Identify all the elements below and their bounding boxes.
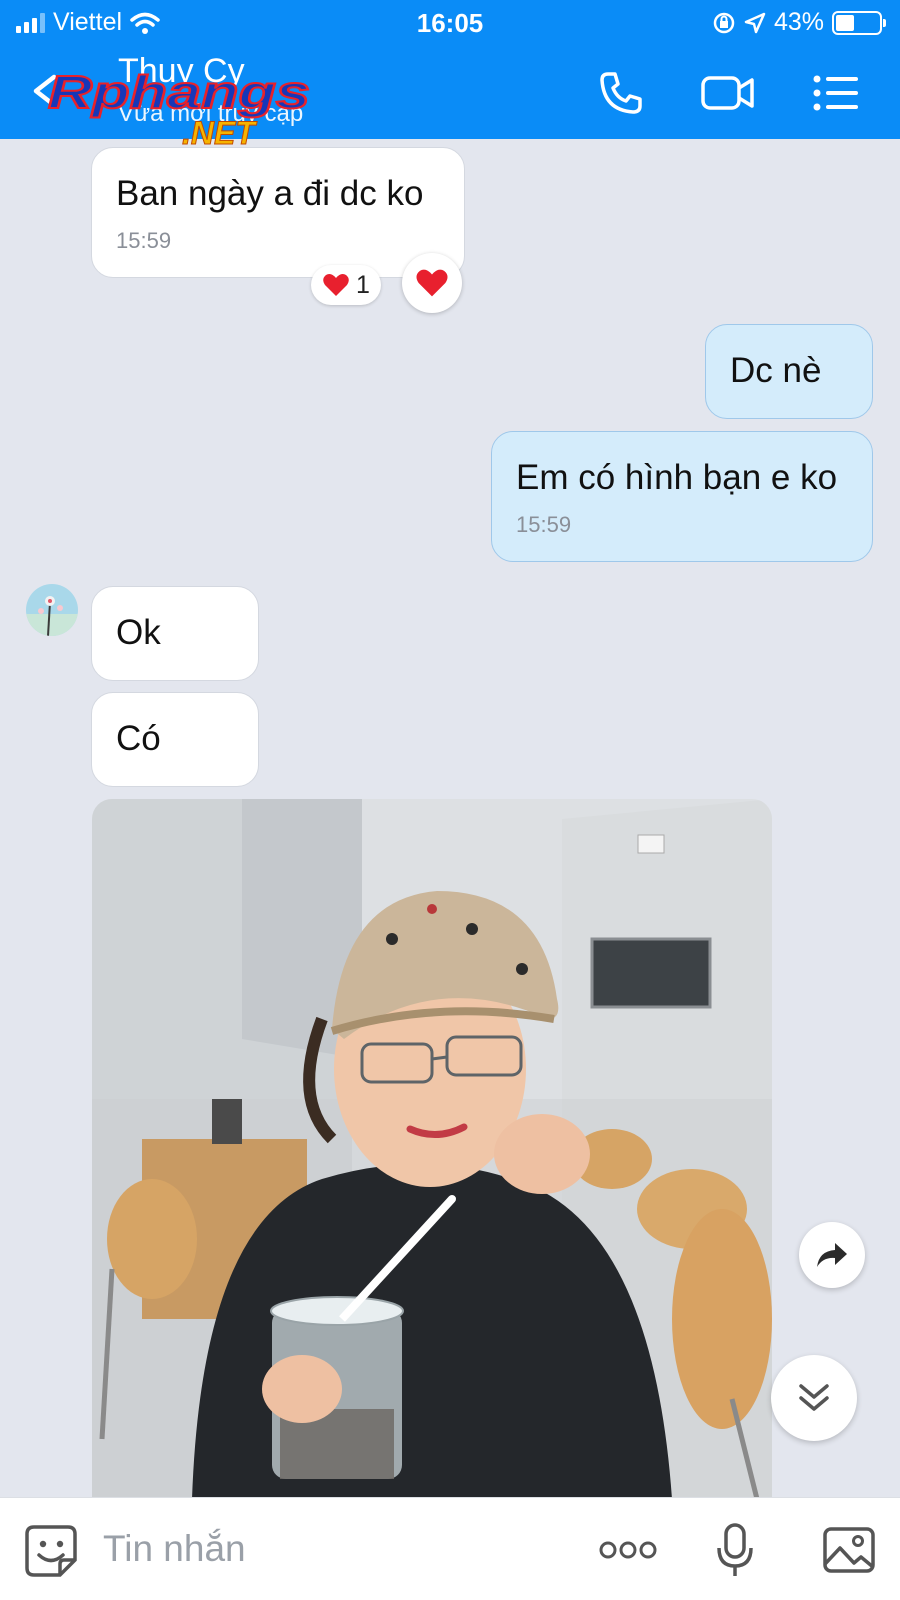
battery-percent: 43% xyxy=(773,8,824,36)
battery-icon xyxy=(832,10,886,35)
react-button[interactable] xyxy=(402,253,462,313)
message-text: Em có hình bạn e ko xyxy=(516,458,838,497)
message-text: Có xyxy=(116,719,161,758)
reaction-summary[interactable]: 1 xyxy=(311,265,381,305)
message-input[interactable]: Tin nhắn xyxy=(103,1528,246,1570)
video-call-icon[interactable] xyxy=(700,70,756,116)
scroll-to-bottom-button[interactable] xyxy=(771,1355,857,1441)
photo-message[interactable] xyxy=(92,799,772,1499)
message-text: Ok xyxy=(116,613,161,652)
menu-icon[interactable] xyxy=(812,70,860,116)
message-bubble-incoming[interactable]: Ban ngày a đi dc ko 15:59 xyxy=(91,147,465,278)
microphone-icon[interactable] xyxy=(716,1522,754,1580)
message-input-bar: Tin nhắn xyxy=(0,1497,900,1600)
chat-header: Thuy Cy Vừa mới truy cập Rphangs .NET xyxy=(0,44,900,146)
more-icon[interactable] xyxy=(598,1538,658,1562)
share-icon xyxy=(817,1243,847,1267)
back-icon[interactable] xyxy=(30,74,60,108)
phone-icon[interactable] xyxy=(598,70,644,116)
message-time: 15:59 xyxy=(116,228,172,253)
message-text: Ban ngày a đi dc ko xyxy=(116,174,424,213)
message-time: 15:59 xyxy=(516,512,572,537)
share-button[interactable] xyxy=(799,1222,865,1288)
location-arrow-icon xyxy=(744,12,766,33)
image-icon[interactable] xyxy=(822,1526,876,1574)
heart-icon xyxy=(323,274,349,296)
message-bubble-incoming[interactable]: Có xyxy=(91,692,259,787)
scroll-down-icon xyxy=(799,1384,829,1411)
reaction-count: 1 xyxy=(356,270,370,299)
contact-avatar[interactable] xyxy=(26,584,78,636)
message-bubble-incoming[interactable]: Ok xyxy=(91,586,259,681)
status-bar: Viettel 16:05 43% xyxy=(0,0,900,44)
sticker-icon[interactable] xyxy=(24,1524,78,1578)
message-text: Dc nè xyxy=(730,351,822,390)
message-bubble-outgoing[interactable]: Dc nè xyxy=(705,324,873,419)
contact-name[interactable]: Thuy Cy xyxy=(118,52,245,91)
message-bubble-outgoing[interactable]: Em có hình bạn e ko 15:59 xyxy=(491,431,873,562)
heart-icon xyxy=(416,269,448,297)
rotation-lock-icon xyxy=(713,12,735,33)
contact-status: Vừa mới truy cập xyxy=(118,100,304,127)
